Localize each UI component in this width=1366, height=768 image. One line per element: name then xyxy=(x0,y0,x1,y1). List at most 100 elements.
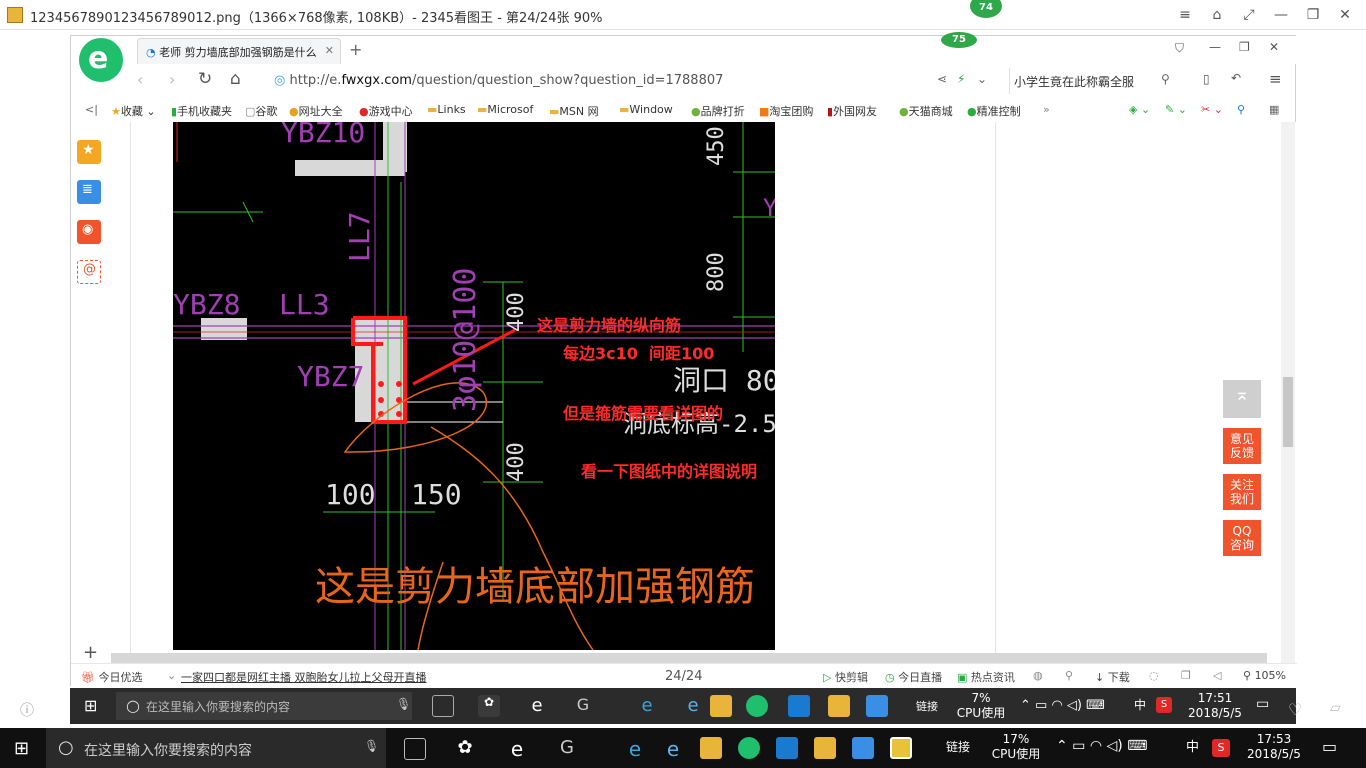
weibo-icon[interactable]: ◉ xyxy=(77,220,101,244)
clock[interactable]: 17:53 2018/5/5 xyxy=(1238,732,1310,762)
bookmark-item[interactable]: ▬Window xyxy=(619,103,673,116)
taskview-icon[interactable] xyxy=(404,738,426,760)
taskbar-search-box[interactable]: 在这里输入你要搜索的内容 xyxy=(46,728,386,768)
bookmark-item[interactable]: ●游戏中心 xyxy=(359,103,413,119)
hot-news-link[interactable]: ▣ 热点资讯 xyxy=(957,669,1015,685)
ime-indicator[interactable]: 中 xyxy=(1186,740,1199,755)
browser-close-button[interactable]: ✕ xyxy=(1269,40,1279,54)
viewer-heart-icon[interactable]: ♡ xyxy=(1288,700,1302,719)
horizontal-scrollbar[interactable] xyxy=(111,653,1267,663)
speed-test-icon[interactable]: ◍ xyxy=(1033,669,1043,682)
viewer-taskbar-icon[interactable] xyxy=(890,737,912,759)
inner-edge-icon[interactable]: e xyxy=(526,695,548,717)
phone-icon[interactable]: ▯ xyxy=(1203,72,1210,86)
bookmark-item[interactable]: ■淘宝团购 xyxy=(759,103,813,119)
mail-icon[interactable]: @ xyxy=(77,260,101,284)
chevron-down-icon[interactable]: ⌄ xyxy=(977,72,987,86)
inner-app-icon[interactable]: ✿ xyxy=(478,695,500,717)
notification-icon[interactable]: ▭ xyxy=(1322,739,1337,755)
refresh-icon[interactable]: ↻ xyxy=(198,69,212,89)
feedback-button[interactable]: 意见 反馈 xyxy=(1223,428,1261,464)
inner-search-box[interactable]: 在这里输入你要搜索的内容 xyxy=(116,692,412,720)
app-icon[interactable]: ✿ xyxy=(454,737,476,759)
browser-g-icon[interactable]: G xyxy=(556,737,578,759)
folder-taskbar-icon[interactable] xyxy=(700,737,722,759)
restore-button[interactable]: ❐ xyxy=(1299,1,1327,29)
skin-icon[interactable]: ⌂ xyxy=(1203,1,1231,29)
news-ticker-link[interactable]: 一家四口都是网红主播 双胞胎女儿拉上父母开直播 xyxy=(181,669,427,685)
inner-tray-icons[interactable]: ⌃ ▭ ◠ ◁) ⌨ xyxy=(1020,698,1130,713)
tool-icon[interactable] xyxy=(776,737,798,759)
inner-ime[interactable]: 中 xyxy=(1134,698,1146,713)
translate-icon[interactable]: ✎ ⌄ xyxy=(1165,103,1187,116)
qq-button[interactable]: QQ 咨询 xyxy=(1223,520,1261,556)
inner-notes-icon[interactable] xyxy=(828,695,850,717)
bookmarks-more-icon[interactable]: » xyxy=(1043,103,1050,116)
bookmark-item[interactable]: ▢谷歌 xyxy=(245,103,277,119)
browser-minimize-button[interactable]: — xyxy=(1209,40,1221,54)
bookmark-item[interactable]: ●精准控制 xyxy=(967,103,1021,119)
inner-tool-icon[interactable] xyxy=(788,695,810,717)
inner-notification-icon[interactable]: ▭ xyxy=(1256,697,1269,712)
ie2-icon[interactable]: e xyxy=(662,737,684,761)
g-app-icon[interactable] xyxy=(852,737,874,759)
undo-icon[interactable]: ↶ xyxy=(1231,71,1241,85)
notes-icon[interactable] xyxy=(814,737,836,759)
ie-mode-icon[interactable]: ◌ xyxy=(1149,669,1159,682)
bookmark-item[interactable]: ▬Microsof xyxy=(477,103,533,116)
minimize-button[interactable]: — xyxy=(1267,1,1295,29)
live-link[interactable]: ◷ 今日直播 xyxy=(885,669,942,685)
tab-close-icon[interactable]: ✕ xyxy=(325,44,334,57)
shield-icon[interactable]: ◈ ⌄ xyxy=(1129,103,1150,116)
inner-ie-icon[interactable]: e xyxy=(636,695,658,717)
inner-folder-icon[interactable] xyxy=(710,695,732,717)
zoom-level[interactable]: ⚲ 105% xyxy=(1243,669,1286,682)
kuaijian-link[interactable]: ▷ 快剪辑 xyxy=(823,669,868,685)
browser-restore-button[interactable]: ❐ xyxy=(1239,40,1250,54)
bookmark-item[interactable]: ▬MSN 网 xyxy=(549,103,599,119)
reader-icon[interactable]: ≣ xyxy=(77,180,101,204)
2345-icon[interactable] xyxy=(738,737,760,759)
link-label[interactable]: 链接 xyxy=(946,740,970,755)
bookmark-item[interactable]: ▮外国网友 xyxy=(827,103,877,119)
inner-ie2-icon[interactable]: e xyxy=(682,695,704,717)
inner-link-label[interactable]: 链接 xyxy=(916,699,938,714)
bookmark-item[interactable]: ●天猫商城 xyxy=(899,103,953,119)
add-icon[interactable]: + xyxy=(83,642,98,663)
inner-start-icon[interactable]: ⊞ xyxy=(84,696,97,715)
inner-g-icon[interactable] xyxy=(866,695,888,717)
inner-mic-icon[interactable]: 🎙︎ xyxy=(396,697,411,711)
inner-sogou-icon[interactable]: S xyxy=(1156,697,1172,713)
shirt-icon[interactable]: ⛉ xyxy=(1175,41,1184,56)
pin-icon[interactable]: ⚲ xyxy=(1065,669,1073,682)
today-picks[interactable]: 🎁︎ 今日优选 xyxy=(81,669,142,685)
home-icon[interactable]: ⌂ xyxy=(230,69,241,89)
start-icon[interactable]: ⊞ xyxy=(14,738,29,759)
share-icon[interactable]: ⋖ xyxy=(937,72,947,86)
browser-menu-icon[interactable]: ≡ xyxy=(1269,70,1282,88)
window-icon[interactable]: ❐ xyxy=(1181,669,1191,682)
forward-icon[interactable]: › xyxy=(169,70,175,89)
tray-icons[interactable]: ⌃ ▭ ◠ ◁) ⌨ xyxy=(1056,739,1180,754)
inner-taskview-icon[interactable] xyxy=(432,695,454,717)
vertical-scroll-thumb[interactable] xyxy=(1283,377,1293,447)
edge-icon[interactable]: e xyxy=(506,737,528,761)
apps-icon[interactable]: ▦ xyxy=(1269,103,1279,116)
viewer-folder-icon[interactable]: ▱ xyxy=(1330,700,1341,716)
menu-icon[interactable]: ≡ xyxy=(1171,1,1199,29)
search-input[interactable]: 小学生竟在此称霸全服 xyxy=(1009,68,1171,94)
bookmark-item[interactable]: ★收藏 ⌄ xyxy=(111,103,156,119)
inner-browser-icon[interactable]: G xyxy=(572,695,594,717)
volume-icon[interactable]: ◁ xyxy=(1213,669,1221,682)
search-icon[interactable]: ⚲ xyxy=(1161,72,1170,86)
download-link[interactable]: ↓ 下载 xyxy=(1095,669,1130,685)
follow-button[interactable]: 关注 我们 xyxy=(1223,474,1261,510)
inner-clock[interactable]: 17:51 2018/5/5 xyxy=(1182,691,1248,721)
url-field[interactable]: ◎ http://e.fwxgx.com/question/question_s… xyxy=(266,68,996,94)
zoom-icon[interactable]: ⚲ xyxy=(1237,103,1245,116)
ie-icon[interactable]: e xyxy=(624,737,646,761)
favorites-icon[interactable]: ★ xyxy=(77,140,101,164)
fullscreen-icon[interactable]: ⤢ xyxy=(1235,1,1263,29)
tab-active[interactable]: ◔ 老师 剪力墙底部加强钢筋是什么 ✕ xyxy=(137,38,341,64)
sogou-icon[interactable]: S xyxy=(1212,739,1230,757)
